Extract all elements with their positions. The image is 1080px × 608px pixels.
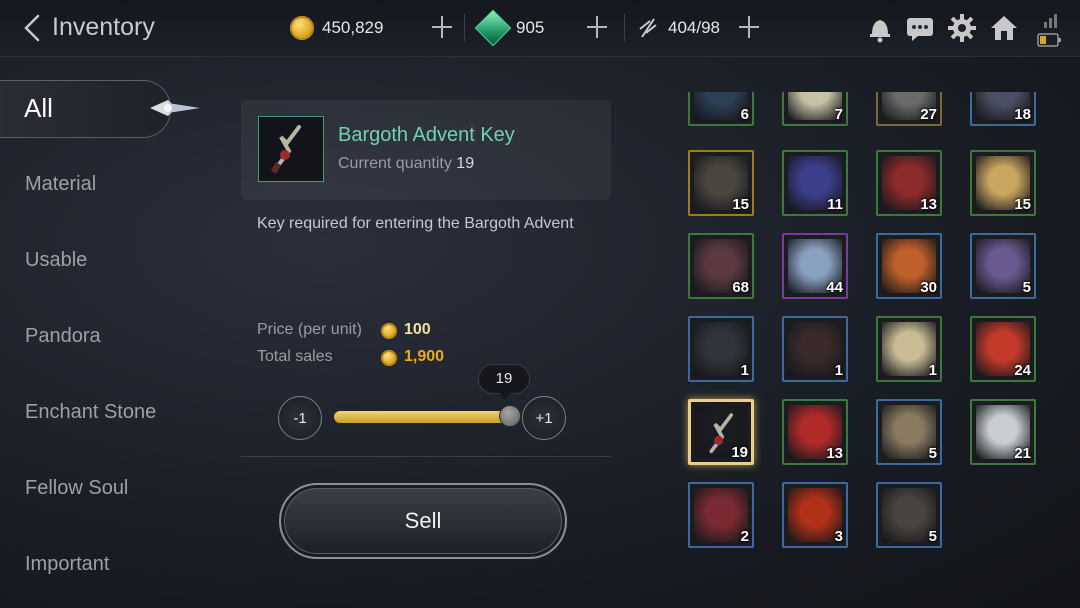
sell-button[interactable]: Sell xyxy=(279,483,567,559)
inventory-slot[interactable]: 15 xyxy=(970,150,1036,216)
item-count: 27 xyxy=(920,106,937,123)
inventory-slot[interactable]: 1 xyxy=(688,316,754,382)
nav-tab-enchant-stone[interactable]: Enchant Stone xyxy=(25,401,156,424)
inventory-slot[interactable]: 68 xyxy=(688,233,754,299)
divider xyxy=(624,14,625,42)
inventory-slot[interactable]: 24 xyxy=(970,316,1036,382)
key-icon xyxy=(270,125,301,174)
back-arrow-icon[interactable] xyxy=(18,12,48,44)
item-description: Key required for entering the Bargoth Ad… xyxy=(257,215,574,232)
price-label: Price (per unit) xyxy=(257,321,362,338)
item-count: 24 xyxy=(1014,362,1031,379)
nav-tab-important[interactable]: Important xyxy=(25,553,109,576)
item-count: 1 xyxy=(928,362,937,379)
nav-tab-fellow-soul[interactable]: Fellow Soul xyxy=(25,477,128,500)
inventory-slot[interactable]: 5 xyxy=(876,399,942,465)
item-count: 44 xyxy=(826,279,843,296)
item-count: 6 xyxy=(740,106,749,123)
inventory-slot[interactable]: 3 xyxy=(782,482,848,548)
add-gold-button[interactable] xyxy=(430,14,454,40)
divider xyxy=(464,14,465,42)
inventory-slot-selected[interactable]: 19 xyxy=(688,399,754,465)
inventory-slot[interactable]: 13 xyxy=(876,150,942,216)
item-count: 13 xyxy=(920,196,937,213)
gold-amount: 450,829 xyxy=(322,18,384,37)
green-gem-icon xyxy=(476,11,510,45)
divider xyxy=(241,456,611,457)
stamina-icon xyxy=(639,18,657,38)
inventory-slot[interactable]: 5 xyxy=(970,233,1036,299)
inventory-slot[interactable]: 2 xyxy=(688,482,754,548)
item-count: 7 xyxy=(834,106,843,123)
item-count: 11 xyxy=(827,196,843,213)
inventory-slot[interactable]: 18 xyxy=(970,92,1036,126)
inventory-slot[interactable]: 7 xyxy=(782,92,848,126)
item-count: 5 xyxy=(928,528,937,545)
nav-tab-all[interactable]: All xyxy=(0,80,171,138)
item-count: 1 xyxy=(740,362,749,379)
inventory-slot[interactable]: 13 xyxy=(782,399,848,465)
inventory-slot[interactable]: 44 xyxy=(782,233,848,299)
quantity-slider[interactable] xyxy=(334,411,512,423)
add-stamina-button[interactable] xyxy=(737,14,761,40)
inventory-slot[interactable]: 1 xyxy=(876,316,942,382)
add-gem-button[interactable] xyxy=(585,14,609,40)
quantity-value: 19 xyxy=(456,155,475,172)
nav-tab-all-label: All xyxy=(24,93,53,123)
inventory-slot[interactable]: 27 xyxy=(876,92,942,126)
item-count: 5 xyxy=(1022,279,1031,296)
inventory-slot[interactable]: 11 xyxy=(782,150,848,216)
nav-tab-usable[interactable]: Usable xyxy=(25,249,87,272)
decrement-button[interactable]: -1 xyxy=(278,396,322,440)
gem-display: 905 xyxy=(476,11,545,45)
item-count: 68 xyxy=(732,279,749,296)
inventory-slot[interactable]: 15 xyxy=(688,150,754,216)
page-title: Inventory xyxy=(52,13,155,41)
increment-button[interactable]: +1 xyxy=(522,396,566,440)
item-count: 1 xyxy=(834,362,843,379)
total-label: Total sales xyxy=(257,348,333,365)
slider-knob[interactable] xyxy=(499,405,521,427)
slider-value-bubble: 19 xyxy=(478,364,530,400)
slider-fill xyxy=(334,411,512,423)
item-count: 2 xyxy=(740,528,749,545)
price-value: 100 xyxy=(404,321,431,338)
item-count: 15 xyxy=(1014,196,1031,213)
inventory-slot[interactable]: 5 xyxy=(876,482,942,548)
gold-coin-icon xyxy=(290,16,314,40)
item-count: 18 xyxy=(1014,106,1031,123)
item-count: 19 xyxy=(731,444,748,461)
gold-coin-icon xyxy=(381,323,397,339)
inventory-slot[interactable]: 6 xyxy=(688,92,754,126)
gold-display: 450,829 xyxy=(290,13,383,43)
item-count: 5 xyxy=(928,445,937,462)
bell-icon[interactable] xyxy=(864,12,896,44)
total-value: 1,900 xyxy=(404,348,445,365)
gear-icon[interactable] xyxy=(946,12,978,44)
nav-tab-material[interactable]: Material xyxy=(25,173,96,196)
inventory-slot[interactable]: 30 xyxy=(876,233,942,299)
item-count: 21 xyxy=(1014,445,1031,462)
item-count: 30 xyxy=(920,279,937,296)
top-bar: Inventory 450,829 905 404/98 xyxy=(0,0,1080,57)
gold-coin-icon xyxy=(381,350,397,366)
stamina-amount: 404/98 xyxy=(668,18,720,37)
gem-amount: 905 xyxy=(516,18,545,37)
item-name: Bargoth Advent Key xyxy=(338,124,515,146)
inventory-slot[interactable]: 1 xyxy=(782,316,848,382)
item-count: 15 xyxy=(732,196,749,213)
item-quantity: Current quantity 19 xyxy=(338,155,474,173)
stamina-display: 404/98 xyxy=(636,13,720,43)
item-count: 3 xyxy=(834,528,843,545)
inventory-grid: 6 7 27 18 15 11 13 15 68 44 30 5 1 1 1 24 19 13 5 21 2 3 5 xyxy=(660,92,1080,608)
signal-battery-icon xyxy=(1037,14,1061,47)
item-count: 13 xyxy=(826,445,843,462)
chat-icon[interactable] xyxy=(904,12,936,44)
item-thumbnail xyxy=(258,116,324,182)
quantity-label: Current quantity xyxy=(338,155,452,172)
home-icon[interactable] xyxy=(988,12,1020,44)
nav-tab-pandora[interactable]: Pandora xyxy=(25,325,101,348)
inventory-slot[interactable]: 21 xyxy=(970,399,1036,465)
selection-emblem-icon xyxy=(150,100,200,116)
